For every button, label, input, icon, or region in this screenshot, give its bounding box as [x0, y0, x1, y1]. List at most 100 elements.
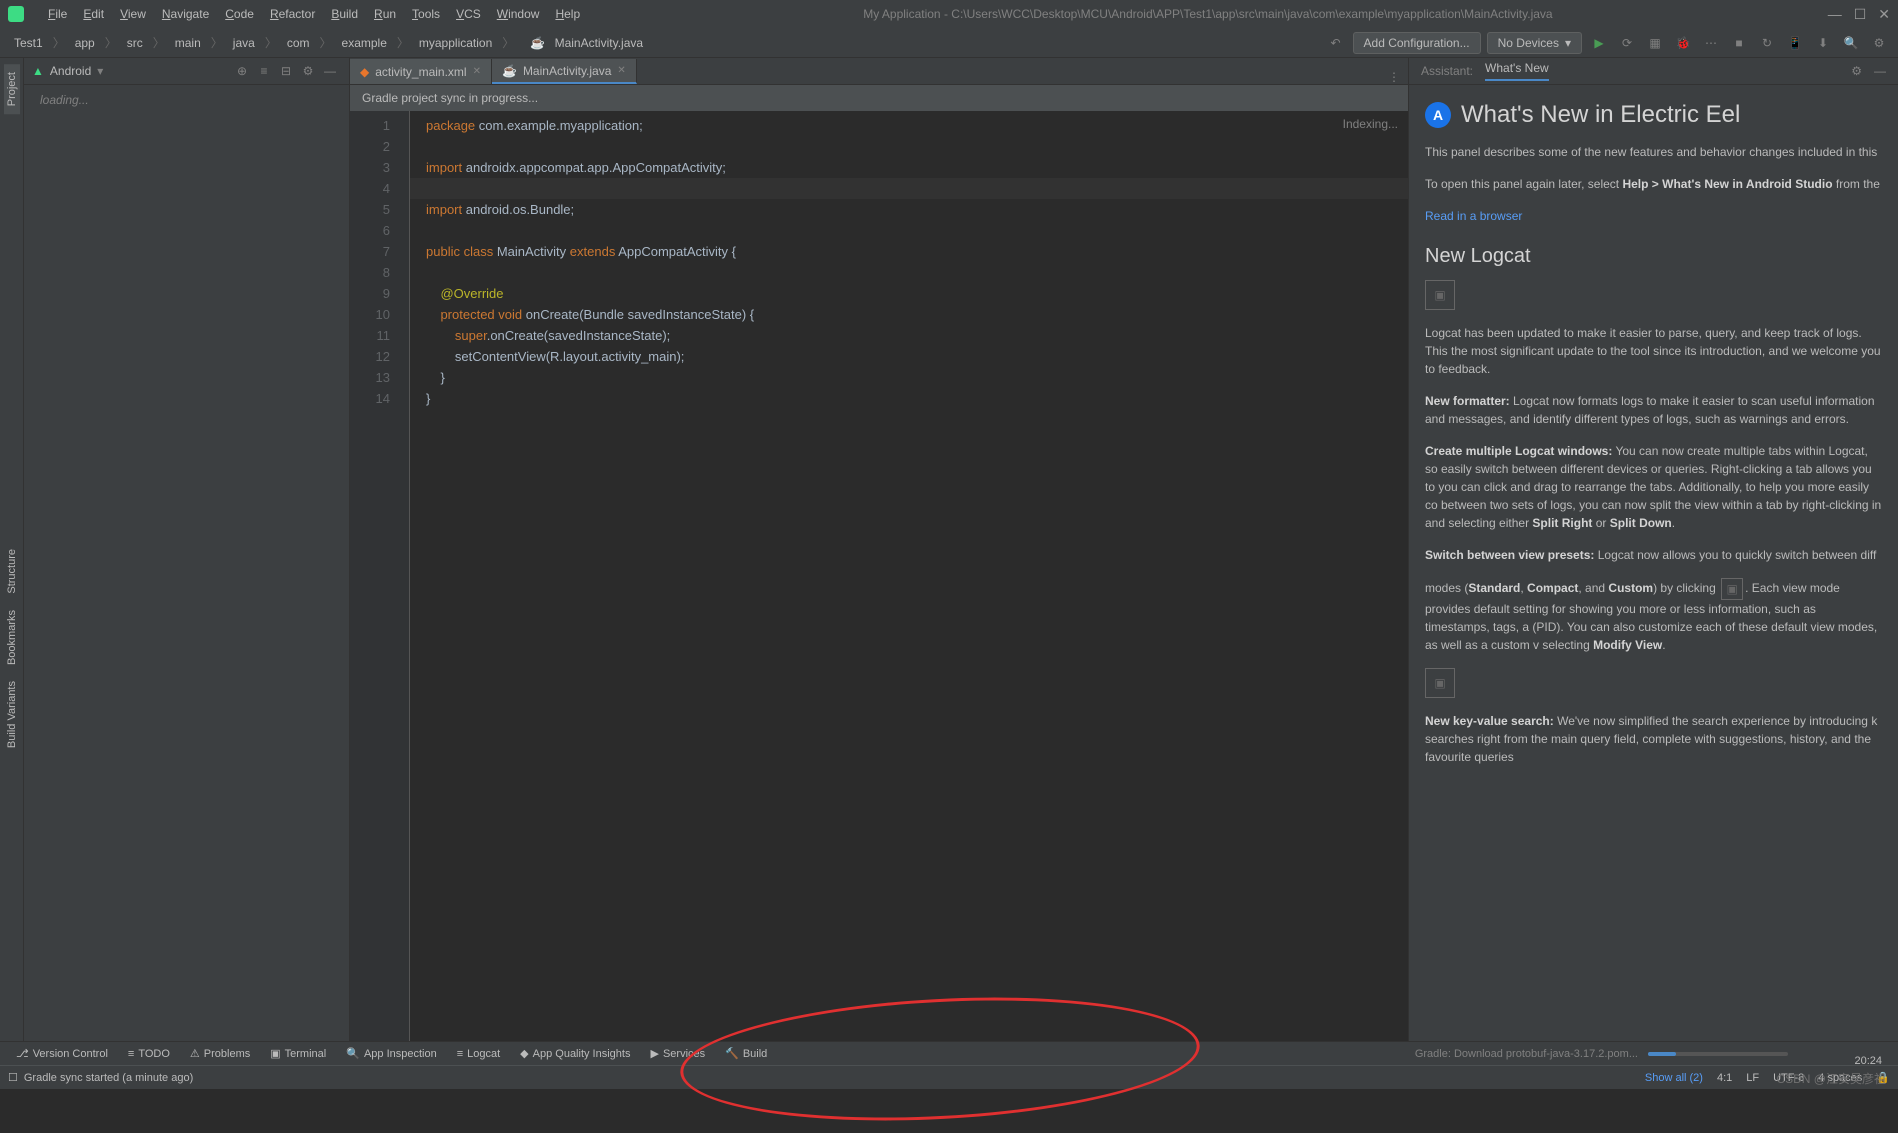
editor-tabs: ◆activity_main.xml✕☕MainActivity.java✕ ⋮	[350, 58, 1408, 85]
select-opened-file-icon[interactable]: ⊕	[231, 60, 253, 82]
bottom-tab-services[interactable]: ▶Services	[642, 1045, 713, 1062]
menu-run[interactable]: Run	[366, 3, 404, 25]
titlebar: FileEditViewNavigateCodeRefactorBuildRun…	[0, 0, 1898, 28]
tabs-menu-icon[interactable]: ⋮	[1380, 70, 1408, 84]
bottom-tab-terminal[interactable]: ▣Terminal	[262, 1045, 334, 1062]
gradle-sync-banner: Gradle project sync in progress...	[350, 85, 1408, 111]
chevron-down-icon: ▾	[1565, 36, 1571, 50]
android-studio-logo	[8, 6, 24, 22]
android-icon: ▲	[32, 64, 44, 78]
status-message: Gradle sync started (a minute ago)	[24, 1072, 193, 1084]
close-tab-icon[interactable]: ✕	[617, 65, 625, 76]
hide-panel-icon[interactable]: —	[1874, 64, 1886, 78]
bottom-tab-app-inspection[interactable]: 🔍App Inspection	[338, 1045, 444, 1062]
reopen-text: To open this panel again later, select H…	[1425, 175, 1882, 193]
menu-view[interactable]: View	[112, 3, 154, 25]
breadcrumb-item[interactable]: main	[169, 34, 207, 52]
whats-new-title: AWhat's New in Electric Eel	[1425, 101, 1882, 129]
bottom-tab-todo[interactable]: ≡TODO	[120, 1045, 178, 1062]
bottom-tool-tabs: ⎇Version Control≡TODO⚠Problems▣Terminal🔍…	[0, 1041, 1898, 1065]
bottom-tab-version-control[interactable]: ⎇Version Control	[8, 1045, 116, 1062]
sync-gradle-icon[interactable]: ↻	[1756, 32, 1778, 54]
bottom-tab-app-quality-insights[interactable]: ◆App Quality Insights	[512, 1045, 638, 1062]
breadcrumb-item[interactable]: app	[69, 34, 101, 52]
bottom-tab-problems[interactable]: ⚠Problems	[182, 1045, 258, 1062]
project-panel: ▲ Android ▾ ⊕ ≡ ⊟ ⚙ — loading...	[24, 58, 350, 1041]
add-configuration-button[interactable]: Add Configuration...	[1353, 32, 1481, 54]
structure-tool-tab[interactable]: Structure	[4, 541, 20, 602]
breadcrumb-item[interactable]: com	[281, 34, 316, 52]
intro-text: This panel describes some of the new fea…	[1425, 143, 1882, 161]
menu-help[interactable]: Help	[547, 3, 588, 25]
menu-code[interactable]: Code	[217, 3, 262, 25]
collapse-all-icon[interactable]: ⊟	[275, 60, 297, 82]
menu-window[interactable]: Window	[489, 3, 548, 25]
profile-icon[interactable]: ▦	[1644, 32, 1666, 54]
menu-edit[interactable]: Edit	[75, 3, 112, 25]
menu-file[interactable]: File	[40, 3, 75, 25]
maximize-icon[interactable]: ☐	[1854, 6, 1867, 23]
bottom-tab-build[interactable]: 🔨Build	[717, 1045, 775, 1062]
editor-area: ◆activity_main.xml✕☕MainActivity.java✕⋮ …	[350, 58, 1408, 1041]
breadcrumb-item[interactable]: example	[336, 34, 393, 52]
breadcrumb-item[interactable]: myapplication	[413, 34, 498, 52]
bookmarks-tool-tab[interactable]: Bookmarks	[4, 602, 20, 673]
show-all-link[interactable]: Show all (2)	[1645, 1072, 1703, 1084]
close-icon[interactable]: ✕	[1878, 6, 1890, 23]
settings-icon[interactable]: ⚙	[1868, 32, 1890, 54]
eel-icon: A	[1425, 102, 1451, 128]
logcat-intro: Logcat has been updated to make it easie…	[1425, 324, 1882, 378]
menu-navigate[interactable]: Navigate	[154, 3, 217, 25]
breadcrumb-item[interactable]: ☕ MainActivity.java	[518, 34, 649, 52]
line-number-gutter: 1234567891011121314	[350, 111, 398, 1041]
avd-manager-icon[interactable]: 📱	[1784, 32, 1806, 54]
run-icon[interactable]: ▶	[1588, 32, 1610, 54]
editor-tab[interactable]: ◆activity_main.xml✕	[350, 59, 492, 84]
breadcrumb-item[interactable]: src	[121, 34, 149, 52]
menu-vcs[interactable]: VCS	[448, 3, 489, 25]
formatter-text: New formatter: Logcat now formats logs t…	[1425, 392, 1882, 428]
editor-tab[interactable]: ☕MainActivity.java✕	[492, 59, 637, 84]
clock-time: 20:24	[1854, 1055, 1882, 1067]
progress-bar	[1648, 1052, 1788, 1056]
device-selector[interactable]: No Devices▾	[1487, 32, 1582, 54]
debug-icon[interactable]: ⟳	[1616, 32, 1638, 54]
menu-tools[interactable]: Tools	[404, 3, 448, 25]
attach-debugger-icon[interactable]: 🐞	[1672, 32, 1694, 54]
key-value-search-text: New key-value search: We've now simplifi…	[1425, 712, 1882, 766]
image-placeholder-icon: ▣	[1425, 280, 1455, 310]
close-tab-icon[interactable]: ✕	[473, 66, 481, 77]
search-icon[interactable]: 🔍	[1840, 32, 1862, 54]
breadcrumb-item[interactable]: java	[227, 34, 261, 52]
hide-panel-icon[interactable]: —	[319, 60, 341, 82]
assistant-content[interactable]: AWhat's New in Electric Eel This panel d…	[1409, 85, 1898, 1041]
bottom-tab-logcat[interactable]: ≡Logcat	[449, 1045, 508, 1062]
caret-position[interactable]: 4:1	[1717, 1072, 1732, 1084]
breadcrumb-item[interactable]: Test1	[8, 34, 49, 52]
menu-refactor[interactable]: Refactor	[262, 3, 323, 25]
project-tool-tab[interactable]: Project	[4, 64, 20, 114]
stop-icon[interactable]: ■	[1728, 32, 1750, 54]
view-modes-text: modes (Standard, Compact, and Custom) by…	[1425, 578, 1882, 654]
build-variants-tool-tab[interactable]: Build Variants	[4, 673, 20, 756]
read-in-browser-link[interactable]: Read in a browser	[1425, 209, 1522, 223]
code-editor[interactable]: 1234567891011121314 package com.example.…	[350, 111, 1408, 1041]
minimize-icon[interactable]: —	[1828, 6, 1842, 23]
sdk-manager-icon[interactable]: ⬇	[1812, 32, 1834, 54]
status-bar: ☐ Gradle sync started (a minute ago) Sho…	[0, 1065, 1898, 1089]
back-arrow-icon[interactable]: ↶	[1325, 32, 1347, 54]
chevron-down-icon[interactable]: ▾	[97, 64, 103, 78]
fold-column	[398, 111, 410, 1041]
project-tree-loading: loading...	[24, 85, 349, 1041]
line-separator[interactable]: LF	[1746, 1072, 1759, 1084]
gear-icon[interactable]: ⚙	[1851, 64, 1862, 78]
gear-icon[interactable]: ⚙	[297, 60, 319, 82]
whats-new-tab[interactable]: What's New	[1485, 61, 1549, 81]
code-content[interactable]: package com.example.myapplication;import…	[410, 111, 1408, 1041]
more-run-icon[interactable]: ⋯	[1700, 32, 1722, 54]
menu-build[interactable]: Build	[323, 3, 366, 25]
image-placeholder-icon: ▣	[1425, 668, 1455, 698]
expand-all-icon[interactable]: ≡	[253, 60, 275, 82]
new-logcat-heading: New Logcat	[1425, 245, 1882, 268]
project-view-mode[interactable]: Android	[50, 64, 91, 78]
